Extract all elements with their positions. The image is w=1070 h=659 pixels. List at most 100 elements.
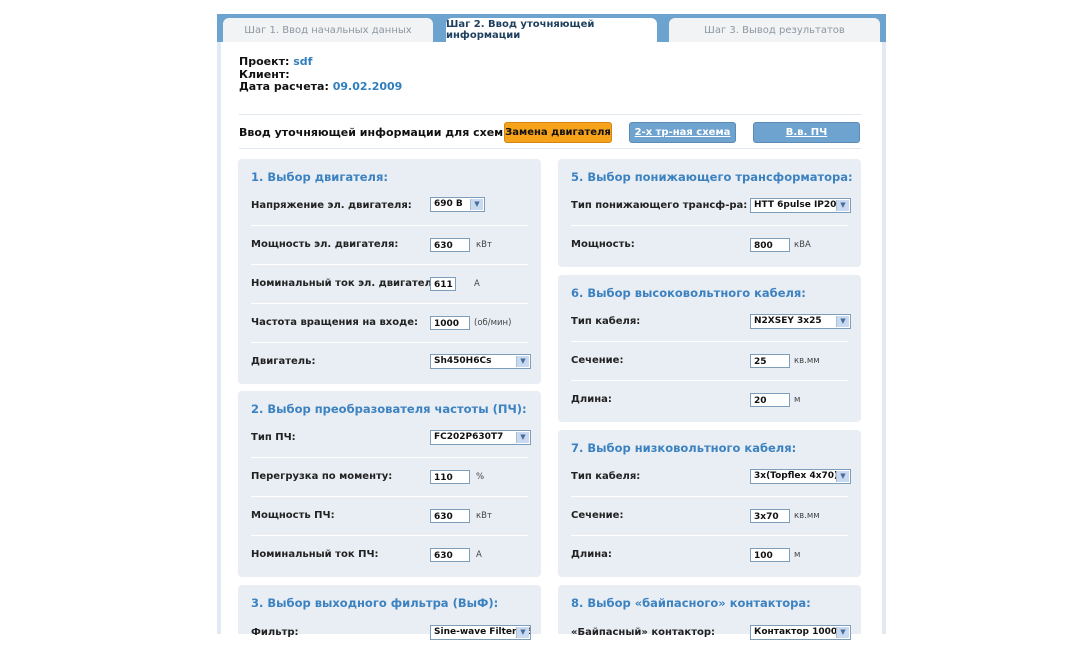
hv-cable-length-input[interactable]: 20 bbox=[750, 393, 790, 407]
project-info: Проект: sdf Клиент: Дата расчета: 09.02.… bbox=[239, 55, 403, 94]
row-label: Тип ПЧ: bbox=[251, 432, 296, 443]
row-label: Фильтр: bbox=[251, 627, 299, 638]
chevron-down-icon: ▼ bbox=[836, 316, 849, 327]
unit-label: А bbox=[474, 279, 480, 289]
divider bbox=[239, 114, 861, 115]
tab-step-3[interactable]: Шаг 3. Вывод результатов bbox=[669, 18, 880, 42]
project-label: Проект: bbox=[239, 55, 290, 68]
select-value: 3x(Topflex 4x70) bbox=[754, 471, 839, 481]
tabs-bar: Шаг 1. Ввод начальных данных Шаг 2. Ввод… bbox=[217, 14, 886, 42]
unit-label: кв.мм bbox=[794, 511, 820, 521]
date-value: 09.02.2009 bbox=[332, 80, 403, 93]
unit-label: А bbox=[476, 550, 482, 560]
row-divider bbox=[251, 342, 528, 343]
row-divider bbox=[251, 303, 528, 304]
tab-step-2[interactable]: Шаг 2. Ввод уточняющей информации bbox=[446, 18, 657, 42]
row-divider bbox=[571, 535, 848, 536]
motor-voltage-select[interactable]: 690 В ▼ bbox=[430, 197, 485, 212]
row-label: Длина: bbox=[571, 394, 612, 405]
vfd-type-select[interactable]: FC202P630T7 ▼ bbox=[430, 430, 531, 445]
row-label: Номинальный ток ПЧ: bbox=[251, 549, 379, 560]
scheme-button-motor-replace[interactable]: Замена двигателя bbox=[504, 122, 612, 143]
panel-vfd: 2. Выбор преобразователя частоты (ПЧ): Т… bbox=[238, 391, 541, 577]
hv-cable-section-input[interactable]: 25 bbox=[750, 354, 790, 368]
row-label: Мощность ПЧ: bbox=[251, 510, 335, 521]
row-divider bbox=[571, 380, 848, 381]
scheme-title: Ввод уточняющей информации для схемы: bbox=[239, 126, 518, 139]
project-value: sdf bbox=[293, 55, 313, 68]
panel-motor: 1. Выбор двигателя: Напряжение эл. двига… bbox=[238, 159, 541, 384]
row-label: Тип понижающего трансф-ра: bbox=[571, 200, 748, 211]
panel-title: 3. Выбор выходного фильтра (ВыФ): bbox=[251, 596, 499, 610]
unit-label: м bbox=[794, 395, 801, 405]
unit-label: кВт bbox=[476, 240, 492, 250]
select-value: 690 В bbox=[434, 199, 463, 209]
row-label: Мощность эл. двигателя: bbox=[251, 239, 399, 250]
row-label: Тип кабеля: bbox=[571, 471, 641, 482]
date-label: Дата расчета: bbox=[239, 80, 329, 93]
unit-label: (об/мин) bbox=[474, 318, 512, 328]
row-divider bbox=[251, 496, 528, 497]
transformer-type-select[interactable]: HTT 6pulse IP20 ▼ bbox=[750, 198, 851, 213]
row-divider bbox=[571, 496, 848, 497]
client-label: Клиент: bbox=[239, 67, 290, 81]
chevron-down-icon: ▼ bbox=[836, 200, 849, 211]
unit-label: % bbox=[476, 472, 485, 482]
row-label: Частота вращения на входе: bbox=[251, 317, 418, 328]
motor-current-input[interactable]: 611 bbox=[430, 277, 456, 291]
tab-step-1[interactable]: Шаг 1. Ввод начальных данных bbox=[223, 18, 433, 42]
select-value: Sh450H6Cs bbox=[434, 356, 492, 366]
chevron-down-icon: ▼ bbox=[516, 627, 529, 638]
chevron-down-icon: ▼ bbox=[516, 432, 529, 443]
unit-label: кВА bbox=[794, 240, 811, 250]
select-value: Контактор 1000A bbox=[754, 627, 845, 637]
panel-title: 7. Выбор низковольтного кабеля: bbox=[571, 441, 797, 455]
main-window: Шаг 1. Ввод начальных данных Шаг 2. Ввод… bbox=[217, 14, 886, 640]
select-value: FC202P630T7 bbox=[434, 432, 504, 442]
panel-bypass-contactor: 8. Выбор «байпасного» контактора: «Байпа… bbox=[558, 585, 861, 640]
panel-output-filter: 3. Выбор выходного фильтра (ВыФ): Фильтр… bbox=[238, 585, 541, 640]
panel-step-down-transformer: 5. Выбор понижающего трансформатора: Тип… bbox=[558, 159, 861, 267]
motor-power-input[interactable]: 630 bbox=[430, 238, 470, 252]
row-label: Сечение: bbox=[571, 355, 624, 366]
row-divider bbox=[251, 264, 528, 265]
chevron-down-icon: ▼ bbox=[470, 199, 483, 210]
vfd-current-input[interactable]: 630 bbox=[430, 548, 470, 562]
lv-cable-type-select[interactable]: 3x(Topflex 4x70) ▼ bbox=[750, 469, 851, 484]
panel-title: 8. Выбор «байпасного» контактора: bbox=[571, 596, 811, 610]
scheme-button-hv-vfd[interactable]: В.в. ПЧ bbox=[753, 122, 860, 143]
row-label: Номинальный ток эл. двигателя: bbox=[251, 278, 443, 289]
row-label: Двигатель: bbox=[251, 356, 316, 367]
lv-cable-section-input[interactable]: 3x70 bbox=[750, 509, 790, 523]
torque-overload-input[interactable]: 110 bbox=[430, 470, 470, 484]
panel-title: 5. Выбор понижающего трансформатора: bbox=[571, 170, 853, 184]
select-value: HTT 6pulse IP20 bbox=[754, 200, 837, 210]
row-label: Длина: bbox=[571, 549, 612, 560]
bypass-contactor-select[interactable]: Контактор 1000A ▼ bbox=[750, 625, 851, 640]
row-label: Перегрузка по моменту: bbox=[251, 471, 393, 482]
vfd-power-input[interactable]: 630 bbox=[430, 509, 470, 523]
hv-cable-type-select[interactable]: N2XSEY 3x25 ▼ bbox=[750, 314, 851, 329]
chevron-down-icon: ▼ bbox=[836, 627, 849, 638]
row-label: Напряжение эл. двигателя: bbox=[251, 200, 412, 211]
chevron-down-icon: ▼ bbox=[836, 471, 849, 482]
row-divider bbox=[571, 225, 848, 226]
row-divider bbox=[251, 457, 528, 458]
chevron-down-icon: ▼ bbox=[516, 356, 529, 367]
divider bbox=[239, 148, 861, 149]
panel-lv-cable: 7. Выбор низковольтного кабеля: Тип кабе… bbox=[558, 430, 861, 577]
transformer-power-input[interactable]: 800 bbox=[750, 238, 790, 252]
input-speed-input[interactable]: 1000 bbox=[430, 316, 470, 330]
motor-model-select[interactable]: Sh450H6Cs ▼ bbox=[430, 354, 531, 369]
content-area: Проект: sdf Клиент: Дата расчета: 09.02.… bbox=[221, 42, 882, 640]
unit-label: кв.мм bbox=[794, 356, 820, 366]
filter-select[interactable]: Sine-wave Filter 660 ▼ bbox=[430, 625, 531, 640]
row-label: «Байпасный» контактор: bbox=[571, 627, 716, 638]
unit-label: м bbox=[794, 550, 801, 560]
panel-title: 1. Выбор двигателя: bbox=[251, 170, 388, 184]
lv-cable-length-input[interactable]: 100 bbox=[750, 548, 790, 562]
row-divider bbox=[571, 341, 848, 342]
scheme-button-two-transformer[interactable]: 2-х тр-ная схема bbox=[629, 122, 736, 143]
unit-label: кВт bbox=[476, 511, 492, 521]
row-divider bbox=[251, 225, 528, 226]
